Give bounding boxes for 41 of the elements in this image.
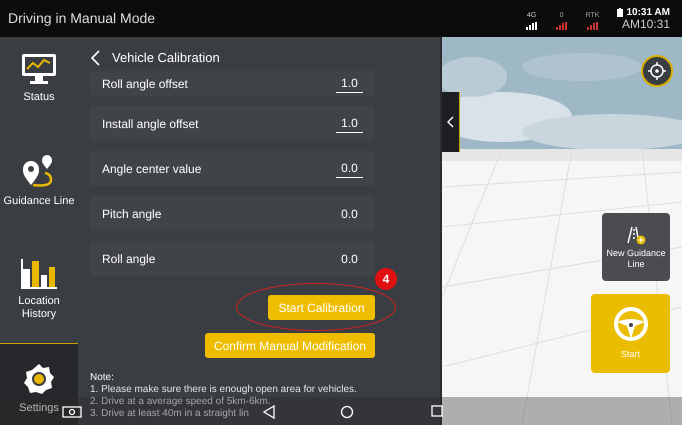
setting-label: Roll angle offset <box>102 76 188 92</box>
sidebar-item[interactable]: Status <box>0 37 78 139</box>
setting-label: Pitch angle <box>102 206 162 222</box>
home-nav-icon[interactable] <box>340 405 354 419</box>
setting-value: 0.0 <box>340 206 359 222</box>
bar-chart-icon <box>21 257 57 289</box>
clock: 10:31 AM <box>626 8 670 18</box>
sidebar-item[interactable]: Location History <box>0 241 78 343</box>
panel-title: Vehicle Calibration <box>112 49 220 68</box>
sidebar-item[interactable]: Guidance Line <box>0 139 78 241</box>
satellite-signal-icon <box>556 22 568 30</box>
monitor-icon <box>21 53 57 85</box>
signal-icon <box>526 22 538 30</box>
gear-icon <box>22 362 56 396</box>
setting-value: 0.0 <box>340 250 359 268</box>
collapse-tab[interactable] <box>442 92 460 152</box>
rtk-signal-icon <box>586 22 599 30</box>
setting-label: Roll angle <box>102 250 156 268</box>
battery-icon <box>617 8 624 17</box>
step-badge: 4 <box>375 268 397 290</box>
clock-alt: AM10:31 <box>622 18 670 30</box>
back-nav-icon[interactable] <box>262 405 276 419</box>
sidebar-item[interactable]: Settings <box>0 343 78 425</box>
note-line: 1. Please make sure there is enough open area for vehicles. <box>90 384 357 396</box>
setting-label: Install angle offset <box>102 116 199 132</box>
lane-add-icon <box>626 224 646 244</box>
value-field[interactable]: 1.0 <box>336 114 363 133</box>
value-field[interactable]: 0.0 <box>336 159 363 178</box>
note-line: 2. Drive at a average speed of 5km-6km. <box>90 396 271 408</box>
new-guidance-line-button[interactable]: New Guidance Line <box>602 213 670 281</box>
crosshair-icon <box>648 62 666 80</box>
screenshot-icon[interactable] <box>62 406 82 418</box>
note-title: Note: <box>90 372 115 384</box>
back-icon[interactable] <box>90 50 100 66</box>
recents-nav-icon[interactable] <box>431 405 443 417</box>
window-title: Driving in Manual Mode <box>8 9 156 28</box>
value-field[interactable]: 1.0 <box>336 74 363 93</box>
note-line: 3. Drive at least 40m in a straight lin <box>90 408 249 420</box>
chevron-left-icon <box>447 116 454 128</box>
steering-wheel-icon <box>612 306 648 342</box>
setting-label: Angle center value <box>102 160 202 178</box>
